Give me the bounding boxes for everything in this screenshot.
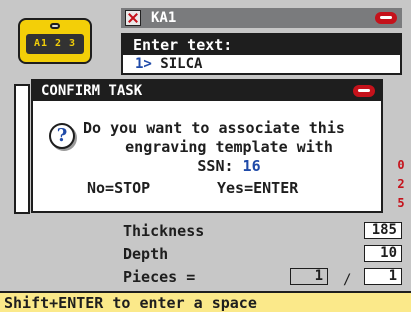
enter-text-header: Enter text:	[123, 35, 400, 55]
left-panel	[14, 84, 30, 214]
item-value: SILCA	[160, 56, 203, 72]
dialog-title-bar: CONFIRM TASK	[33, 81, 381, 101]
right-mark: 5	[397, 196, 405, 210]
ssn-value: 16	[242, 157, 261, 175]
item-index: 1>	[135, 56, 152, 72]
enter-option[interactable]: Yes=ENTER	[217, 179, 298, 197]
right-mark: 2	[397, 177, 405, 191]
dialog-title: CONFIRM TASK	[41, 83, 143, 99]
thickness-label: Thickness	[123, 222, 205, 240]
depth-label: Depth	[123, 245, 169, 263]
key-icon: A1 2 3	[18, 18, 92, 64]
silca-logo-icon	[375, 12, 397, 24]
ssn-label: SSN:	[197, 157, 234, 175]
window-title-bar: KA1	[121, 8, 402, 28]
dialog-ssn-line: SSN: 16	[79, 157, 379, 175]
depth-value[interactable]: 10	[364, 245, 402, 262]
key-hole	[50, 23, 60, 29]
dialog-message-line1: Do you want to associate this	[83, 119, 345, 137]
right-marks: 0 2 5	[395, 156, 407, 214]
question-mark-icon: ?	[49, 123, 75, 149]
pieces-value-b[interactable]: 1	[364, 268, 402, 285]
pieces-value-a[interactable]: 1	[290, 268, 328, 285]
thickness-value[interactable]: 185	[364, 222, 402, 239]
key-plate-text: A1 2 3	[26, 34, 84, 54]
pieces-separator: /	[343, 272, 352, 288]
right-mark: 0	[397, 158, 405, 172]
flag-icon	[125, 10, 141, 26]
window-title: KA1	[151, 10, 177, 26]
screen: KA1 A1 2 3 Enter text: 1> SILCA 0 2 5 Th…	[0, 0, 411, 312]
silca-logo-icon	[353, 85, 375, 97]
status-text: Shift+ENTER to enter a space	[4, 294, 257, 312]
pieces-label: Pieces =	[123, 268, 196, 286]
enter-text-value[interactable]: 1> SILCA	[135, 56, 202, 72]
enter-text-box[interactable]: Enter text: 1> SILCA	[121, 33, 402, 75]
dialog-message-line2: engraving template with	[125, 138, 333, 156]
stop-option[interactable]: No=STOP	[87, 179, 150, 197]
status-bar: Shift+ENTER to enter a space	[0, 291, 411, 312]
confirm-dialog: CONFIRM TASK ? Do you want to associate …	[31, 79, 383, 213]
